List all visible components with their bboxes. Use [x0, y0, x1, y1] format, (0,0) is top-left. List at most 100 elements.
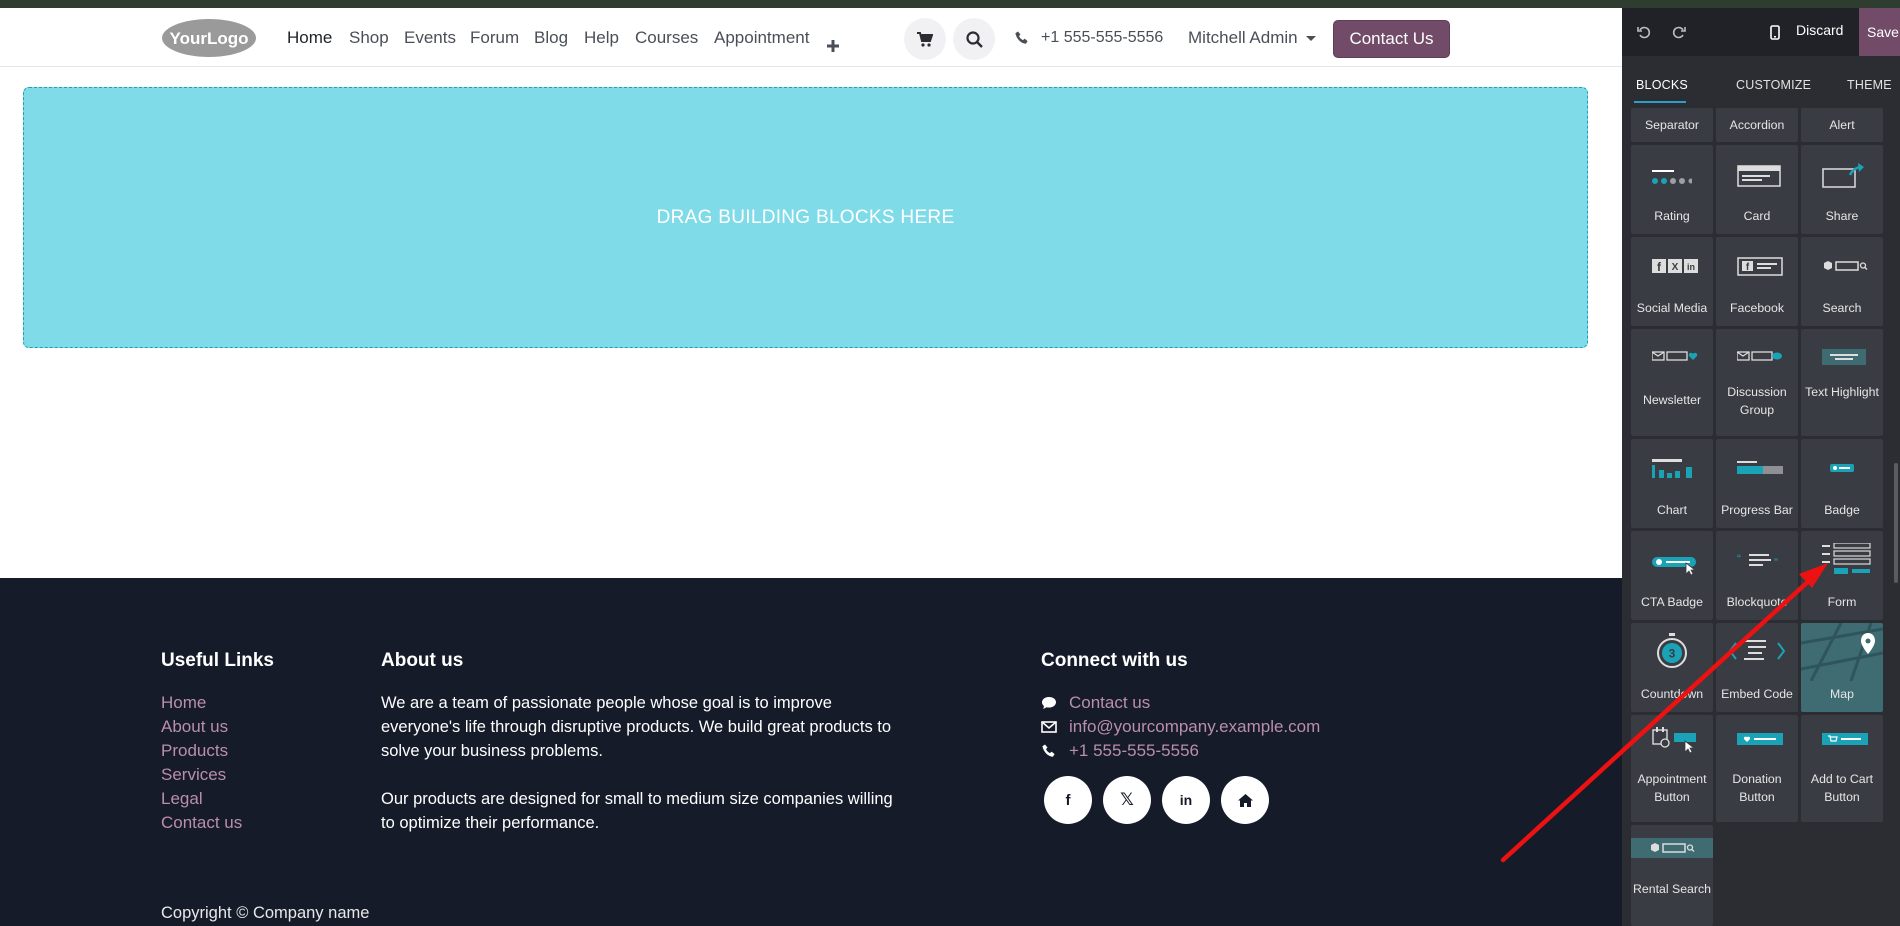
save-button[interactable]: Save	[1859, 8, 1900, 56]
block-embed-code[interactable]: Embed Code	[1716, 623, 1798, 712]
envelope-icon	[1041, 721, 1057, 733]
chart-icon	[1652, 459, 1692, 478]
blockquote-icon: “”	[1737, 552, 1778, 569]
block-text-highlight[interactable]: Text Highlight	[1801, 329, 1883, 436]
footer-phone-link[interactable]: +1 555-555-5556	[1041, 741, 1199, 761]
block-discussion-group[interactable]: Discussion Group	[1716, 329, 1798, 436]
x-button[interactable]: 𝕏	[1103, 776, 1151, 824]
discard-button[interactable]: Discard	[1796, 22, 1843, 38]
footer-link-contact[interactable]: Contact us	[161, 813, 242, 833]
block-separator[interactable]: Separator	[1631, 108, 1713, 142]
add-to-cart-button-icon	[1822, 733, 1868, 745]
blocks-scrollbar[interactable]	[1894, 463, 1898, 583]
svg-text:3: 3	[1669, 647, 1676, 661]
editor-panel: Discard Save BLOCKS CUSTOMIZE THEME Sepa…	[1622, 8, 1900, 926]
rental-search-icon	[1651, 843, 1695, 853]
nav-item-shop[interactable]: Shop	[349, 28, 389, 48]
block-newsletter[interactable]: Newsletter	[1631, 329, 1713, 436]
nav-item-courses[interactable]: Courses	[635, 28, 698, 48]
embed-code-icon	[1728, 640, 1786, 660]
tab-customize[interactable]: CUSTOMIZE	[1736, 78, 1811, 92]
home-icon	[1237, 793, 1253, 807]
website-page: YourLogo Home Shop Events Forum Blog Hel…	[0, 8, 1622, 926]
tab-blocks[interactable]: BLOCKS	[1636, 78, 1688, 92]
linkedin-icon: in	[1179, 792, 1193, 808]
mobile-preview-icon[interactable]	[1765, 22, 1785, 42]
footer-link-home[interactable]: Home	[161, 693, 206, 713]
block-countdown[interactable]: 3 Countdown	[1631, 623, 1713, 712]
comment-icon	[1042, 697, 1056, 709]
svg-text:in: in	[1687, 262, 1695, 272]
nav-item-appointment[interactable]: Appointment	[714, 28, 809, 48]
nav-item-blog[interactable]: Blog	[534, 28, 568, 48]
footer-link-services[interactable]: Services	[161, 765, 226, 785]
contact-us-button[interactable]: Contact Us	[1333, 20, 1450, 58]
editor-toolbar: Discard Save	[1622, 8, 1900, 56]
block-donation-button[interactable]: Donation Button	[1716, 715, 1798, 822]
discussion-group-icon	[1737, 351, 1782, 361]
social-media-icon: f Xin	[1652, 259, 1698, 274]
countdown-icon: 3	[1657, 633, 1687, 668]
phone-icon	[1042, 744, 1055, 757]
block-blockquote[interactable]: “” Blockquote	[1716, 531, 1798, 620]
header-phone[interactable]: +1 555-555-5556	[1015, 29, 1163, 47]
about-heading: About us	[381, 650, 464, 671]
nav-item-home[interactable]: Home	[287, 28, 332, 48]
footer-link-products[interactable]: Products	[161, 741, 228, 761]
block-chart[interactable]: Chart	[1631, 439, 1713, 528]
site-logo[interactable]: YourLogo	[161, 18, 257, 58]
newsletter-icon	[1652, 351, 1698, 361]
search-block-icon	[1824, 261, 1868, 271]
block-form[interactable]: Form	[1801, 531, 1883, 620]
footer-link-legal[interactable]: Legal	[161, 789, 203, 809]
copyright-text: Copyright © Company name	[161, 904, 370, 922]
footer-email-link[interactable]: info@yourcompany.example.com	[1041, 717, 1320, 737]
nav-item-forum[interactable]: Forum	[470, 28, 519, 48]
search-button[interactable]	[953, 18, 995, 60]
svg-text:“: “	[1737, 552, 1741, 566]
drop-zone[interactable]: DRAG BUILDING BLOCKS HERE	[23, 87, 1588, 348]
tab-theme[interactable]: THEME	[1847, 78, 1892, 92]
facebook-block-icon: f	[1737, 257, 1783, 276]
share-icon	[1822, 163, 1864, 188]
cart-icon	[917, 31, 933, 47]
nav-item-help[interactable]: Help	[584, 28, 619, 48]
header-phone-number[interactable]: +1 555-555-5556	[1041, 29, 1163, 47]
block-rental-search[interactable]: Rental Search	[1631, 825, 1713, 926]
block-share[interactable]: Share	[1801, 145, 1883, 234]
site-navbar: YourLogo Home Shop Events Forum Blog Hel…	[0, 8, 1622, 67]
block-rating[interactable]: Rating	[1631, 145, 1713, 234]
footer-link-about[interactable]: About us	[161, 717, 228, 737]
home-button[interactable]	[1221, 776, 1269, 824]
svg-text:YourLogo: YourLogo	[170, 29, 249, 48]
block-progress-bar[interactable]: Progress Bar	[1716, 439, 1798, 528]
plus-icon[interactable]	[826, 39, 840, 53]
block-search[interactable]: Search	[1801, 237, 1883, 326]
nav-item-events[interactable]: Events	[404, 28, 456, 48]
block-add-to-cart-button[interactable]: Add to Cart Button	[1801, 715, 1883, 822]
block-accordion[interactable]: Accordion	[1716, 108, 1798, 142]
chevron-down-icon	[1305, 35, 1316, 41]
block-cta-badge[interactable]: CTA Badge	[1631, 531, 1713, 620]
user-menu[interactable]: Mitchell Admin	[1188, 28, 1316, 48]
svg-text:”: ”	[1774, 556, 1778, 569]
user-name[interactable]: Mitchell Admin	[1188, 28, 1298, 48]
useful-links-heading: Useful Links	[161, 650, 274, 671]
redo-icon[interactable]	[1669, 22, 1689, 42]
facebook-icon: f	[1065, 791, 1071, 809]
block-alert[interactable]: Alert	[1801, 108, 1883, 142]
block-appointment-button[interactable]: Appointment Button	[1631, 715, 1713, 822]
drop-zone-text: DRAG BUILDING BLOCKS HERE	[656, 206, 955, 228]
block-map[interactable]: Map	[1801, 623, 1883, 712]
undo-icon[interactable]	[1634, 22, 1654, 42]
facebook-button[interactable]: f	[1044, 776, 1092, 824]
block-card[interactable]: Card	[1716, 145, 1798, 234]
footer-contact-link[interactable]: Contact us	[1041, 693, 1150, 713]
donation-button-icon	[1737, 733, 1783, 745]
block-badge[interactable]: Badge	[1801, 439, 1883, 528]
cart-button[interactable]	[904, 18, 946, 60]
linkedin-button[interactable]: in	[1162, 776, 1210, 824]
block-social-media[interactable]: f Xin Social Media	[1631, 237, 1713, 326]
about-paragraph-1: We are a team of passionate people whose…	[381, 694, 892, 760]
block-facebook[interactable]: f Facebook	[1716, 237, 1798, 326]
